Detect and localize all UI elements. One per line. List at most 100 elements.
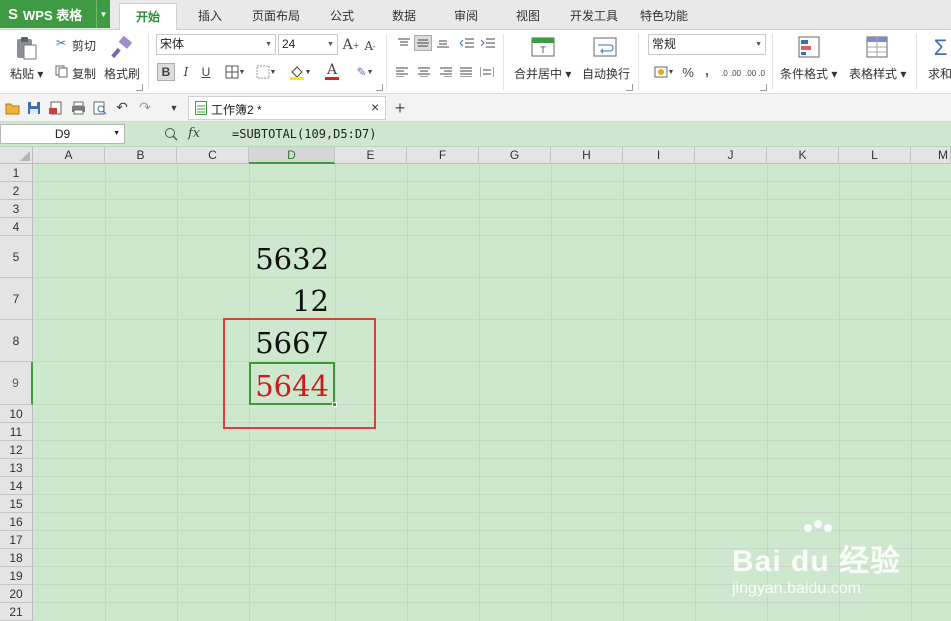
row-header-19[interactable]: 19 <box>0 567 33 585</box>
number-format-select[interactable]: 常规 ▼ <box>648 34 766 55</box>
wrap-text-icon[interactable] <box>592 34 618 60</box>
sum-button[interactable]: 求和 <box>928 65 951 82</box>
column-header-l[interactable]: L <box>839 147 911 164</box>
chevron-down-icon[interactable]: ▼ <box>96 0 110 28</box>
align-top-icon[interactable] <box>396 36 412 50</box>
align-left-icon[interactable] <box>394 65 410 79</box>
merge-center-button[interactable]: 合并居中 ▾ <box>514 65 571 82</box>
column-header-e[interactable]: E <box>335 147 407 164</box>
row-header-1[interactable]: 1 <box>0 164 33 182</box>
insert-function-button[interactable]: fx <box>188 126 200 141</box>
wrap-text-button[interactable]: 自动换行 <box>582 65 630 82</box>
tab-review[interactable]: 审阅 <box>442 3 490 30</box>
row-header-10[interactable]: 10 <box>0 405 33 423</box>
tab-developer[interactable]: 开发工具 <box>566 3 622 30</box>
row-header-21[interactable]: 21 <box>0 603 33 621</box>
column-header-i[interactable]: I <box>623 147 695 164</box>
comma-style-button[interactable]: ‚ <box>700 61 714 79</box>
align-right-icon[interactable] <box>438 65 454 79</box>
tab-page-layout[interactable]: 页面布局 <box>244 3 308 30</box>
font-size-select[interactable]: 24 ▼ <box>278 34 338 55</box>
zoom-search-icon[interactable] <box>162 125 180 143</box>
font-launcher-icon[interactable] <box>376 84 383 91</box>
align-middle-icon[interactable] <box>414 35 432 51</box>
cut-button[interactable]: 剪切 <box>72 37 96 54</box>
decrease-font-size-icon[interactable]: A- <box>362 38 378 54</box>
borders-icon[interactable]: ▼ <box>222 63 248 81</box>
increase-font-size-icon[interactable]: A + <box>342 36 360 54</box>
cell-d5[interactable]: 5632 <box>249 245 329 274</box>
font-color-icon[interactable]: A <box>318 62 346 82</box>
row-header-12[interactable]: 12 <box>0 441 33 459</box>
row-header-16[interactable]: 16 <box>0 513 33 531</box>
column-header-g[interactable]: G <box>479 147 551 164</box>
column-header-j[interactable]: J <box>695 147 767 164</box>
open-folder-icon[interactable] <box>4 100 20 116</box>
alignment-launcher-icon[interactable] <box>626 84 633 91</box>
increase-decimal-button[interactable]: .0 .00 <box>720 62 742 84</box>
fill-color-icon[interactable]: ▼ <box>286 62 314 82</box>
row-header-20[interactable]: 20 <box>0 585 33 603</box>
cell-style-icon[interactable]: ▼ <box>253 63 279 81</box>
row-header-17[interactable]: 17 <box>0 531 33 549</box>
undo-icon[interactable]: ↶ <box>114 99 130 115</box>
copy-button[interactable]: 复制 <box>72 65 96 82</box>
percent-button[interactable]: % <box>680 63 696 81</box>
paste-icon[interactable] <box>12 34 40 62</box>
row-header-18[interactable]: 18 <box>0 549 33 567</box>
column-header-a[interactable]: A <box>33 147 105 164</box>
italic-button[interactable]: I <box>178 63 194 81</box>
tab-formulas[interactable]: 公式 <box>318 3 366 30</box>
chevron-down-icon[interactable]: ▼ <box>113 125 120 143</box>
row-header-3[interactable]: 3 <box>0 200 33 218</box>
row-header-11[interactable]: 11 <box>0 423 33 441</box>
column-header-b[interactable]: B <box>105 147 177 164</box>
table-style-icon[interactable] <box>864 34 890 60</box>
sum-icon[interactable]: Σ <box>930 34 951 62</box>
align-center-icon[interactable] <box>416 65 432 79</box>
bold-button[interactable]: B <box>157 63 175 81</box>
decrease-decimal-button[interactable]: .00 .0 <box>744 62 766 84</box>
new-tab-icon[interactable]: + <box>392 98 408 118</box>
tab-insert[interactable]: 插入 <box>186 3 234 30</box>
paste-button[interactable]: 粘贴 ▾ <box>10 65 43 82</box>
print-preview-icon[interactable] <box>92 100 108 116</box>
name-box[interactable]: D9 ▼ <box>0 124 125 144</box>
row-header-5[interactable]: 5 <box>0 236 33 278</box>
scissors-icon[interactable]: ✂ <box>53 36 69 50</box>
formula-input[interactable]: =SUBTOTAL(109,D5:D7) <box>232 124 951 144</box>
row-header-13[interactable]: 13 <box>0 459 33 477</box>
document-tab[interactable]: 工作簿2 * × <box>188 96 386 120</box>
save-icon[interactable] <box>26 100 42 116</box>
tab-special-features[interactable]: 特色功能 <box>636 3 692 30</box>
row-header-4[interactable]: 4 <box>0 218 33 236</box>
table-style-button[interactable]: 表格样式 ▾ <box>849 65 906 82</box>
number-launcher-icon[interactable] <box>760 84 767 91</box>
row-header-14[interactable]: 14 <box>0 477 33 495</box>
underline-button[interactable]: U <box>198 63 214 81</box>
row-header-9[interactable]: 9 <box>0 362 33 405</box>
merge-center-icon[interactable]: T <box>530 34 556 60</box>
distributed-align-icon[interactable] <box>478 65 496 79</box>
increase-indent-icon[interactable] <box>479 36 497 50</box>
column-header-c[interactable]: C <box>177 147 249 164</box>
row-header-15[interactable]: 15 <box>0 495 33 513</box>
clear-format-icon[interactable]: ✎ ▼ <box>352 62 378 82</box>
conditional-format-icon[interactable] <box>796 34 822 60</box>
tab-data[interactable]: 数据 <box>380 3 428 30</box>
select-all-corner[interactable] <box>0 147 33 164</box>
export-pdf-icon[interactable] <box>48 100 64 116</box>
column-header-f[interactable]: F <box>407 147 479 164</box>
column-header-d[interactable]: D <box>249 147 335 164</box>
justify-icon[interactable] <box>458 65 474 79</box>
format-painter-icon[interactable] <box>108 34 136 62</box>
font-name-select[interactable]: 宋体 ▼ <box>156 34 276 55</box>
row-header-7[interactable]: 7 <box>0 278 33 320</box>
wps-app-menu-button[interactable]: S WPS 表格 ▼ <box>0 0 110 28</box>
row-header-8[interactable]: 8 <box>0 320 33 362</box>
clipboard-launcher-icon[interactable] <box>136 84 143 91</box>
column-header-k[interactable]: K <box>767 147 839 164</box>
redo-icon[interactable]: ↷ <box>137 99 153 115</box>
row-header-2[interactable]: 2 <box>0 182 33 200</box>
align-bottom-icon[interactable] <box>435 36 451 50</box>
